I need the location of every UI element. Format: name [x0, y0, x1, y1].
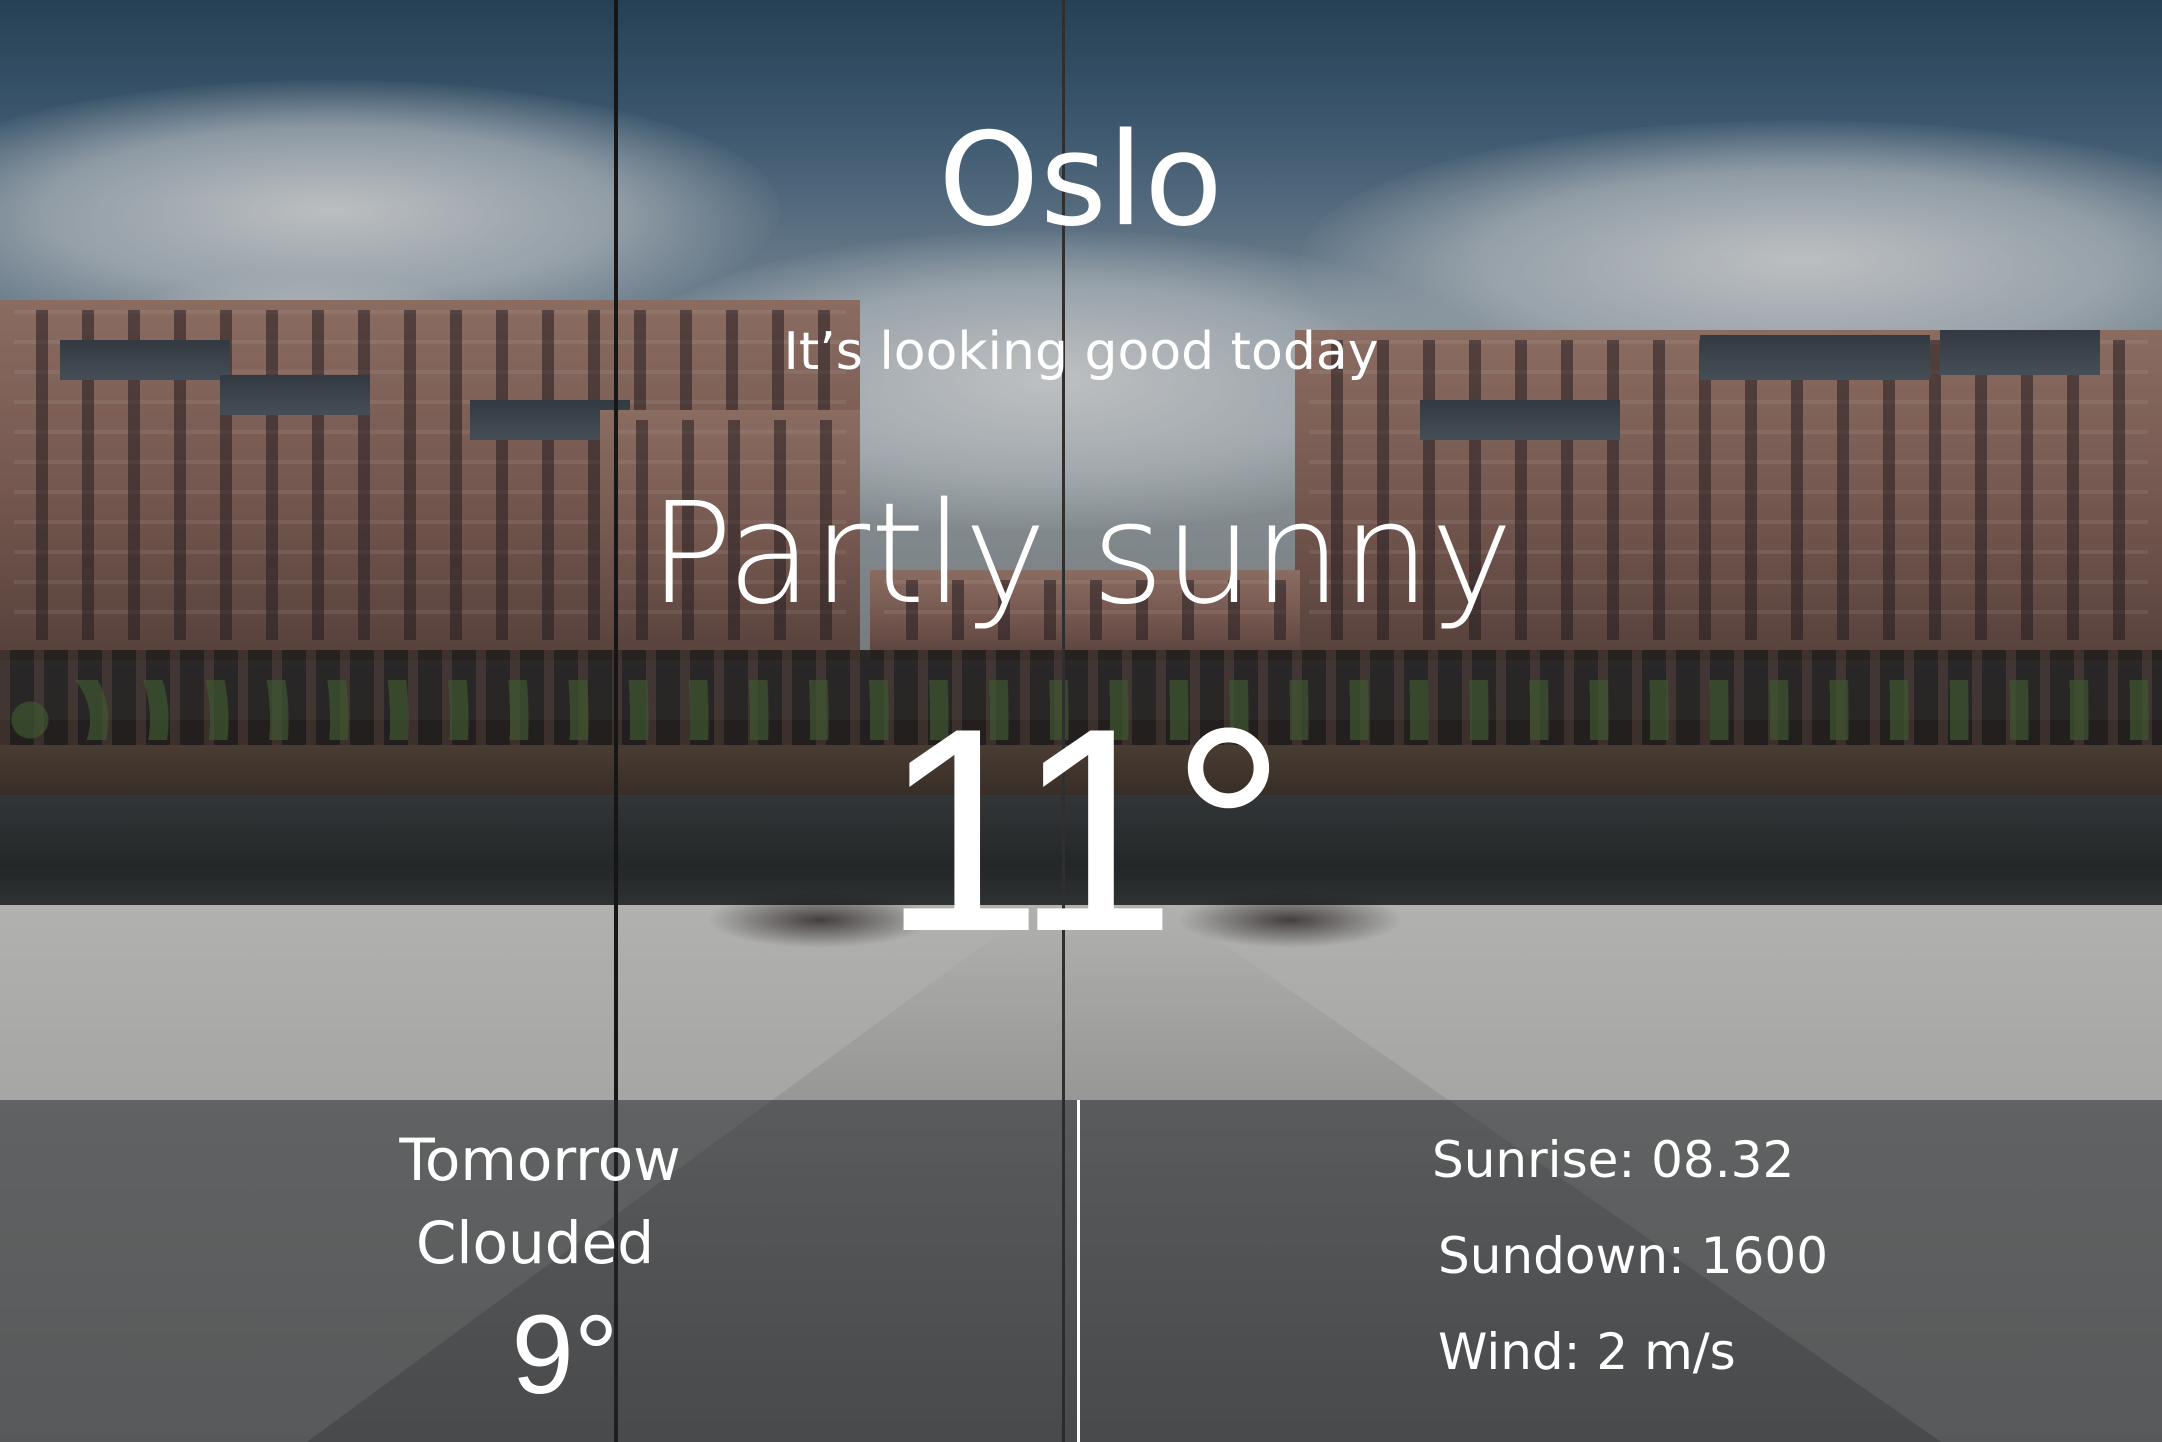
- tomorrow-condition: Clouded: [415, 1209, 655, 1277]
- sunrise-time: Sunrise: 08.32: [1432, 1131, 1795, 1189]
- sundown-time: Sundown: 1600: [1438, 1227, 1829, 1285]
- panel-divider: [1077, 1100, 1080, 1442]
- weather-screen: Oslo It’s looking good today Partly sunn…: [0, 0, 2162, 1442]
- current-temperature: 11°: [881, 668, 1286, 992]
- tomorrow-temperature: 9°: [511, 1292, 619, 1417]
- tomorrow-label: Tomorrow: [399, 1126, 681, 1194]
- city-name: Oslo: [938, 106, 1224, 255]
- weather-tagline: It’s looking good today: [783, 322, 1379, 382]
- wind-speed: Wind: 2 m/s: [1438, 1323, 1736, 1381]
- current-condition: Partly sunny: [648, 473, 1514, 636]
